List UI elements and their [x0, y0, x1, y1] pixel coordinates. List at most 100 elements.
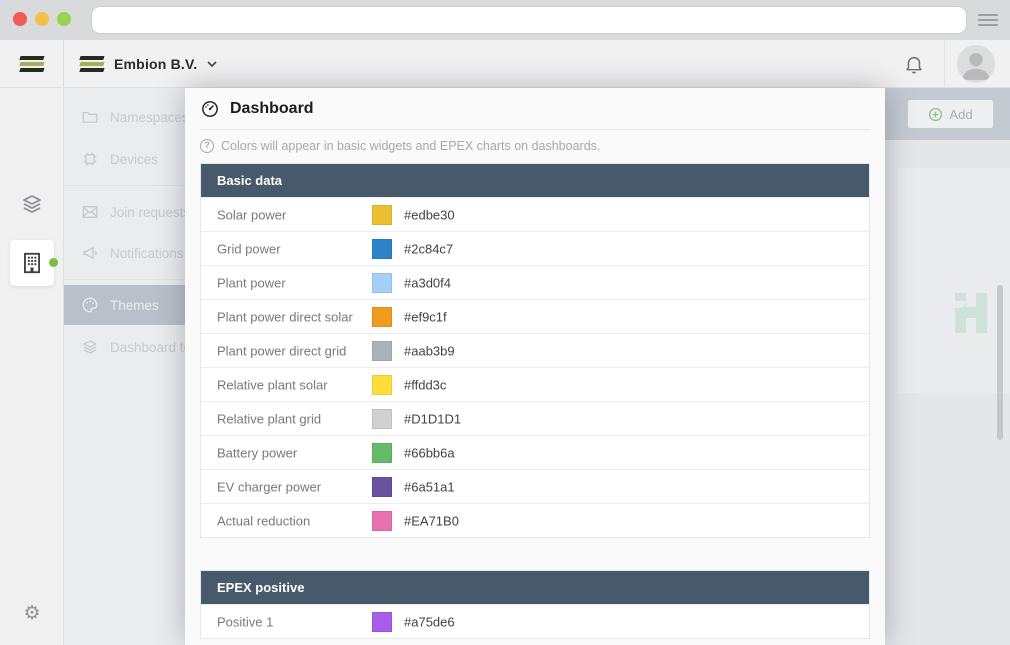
row-hex: #66bb6a: [404, 445, 455, 460]
embion-logo-icon: [20, 55, 44, 72]
sidebar: Namespaces Devices Join requests Notific…: [64, 88, 185, 645]
window-zoom-button[interactable]: [57, 12, 71, 26]
icon-rail: ⚙: [0, 88, 64, 645]
row-hex: #6a51a1: [404, 479, 455, 494]
megaphone-icon: [81, 244, 99, 262]
namespaces-layers-icon[interactable]: [0, 192, 64, 221]
table-section-header: EPEX positive: [201, 571, 869, 604]
table-row[interactable]: Plant power direct grid #aab3b9: [201, 333, 869, 367]
table-row[interactable]: Grid power #2c84c7: [201, 231, 869, 265]
row-hex: #EA71B0: [404, 513, 459, 528]
sidebar-item-label: Dashboard te: [110, 340, 185, 355]
row-label: Positive 1: [217, 614, 273, 629]
table-row[interactable]: Relative plant solar #ffdd3c: [201, 367, 869, 401]
row-hex: #a75de6: [404, 614, 455, 629]
color-swatch[interactable]: [372, 341, 392, 361]
color-swatch[interactable]: [372, 612, 392, 632]
background-card: [897, 168, 1010, 393]
folder-icon: [81, 108, 99, 126]
row-hex: #aab3b9: [404, 343, 455, 358]
table-row[interactable]: Positive 1 #a75de6: [201, 604, 869, 638]
add-button[interactable]: Add: [908, 100, 993, 128]
dialog-subtitle-row: ? Colors will appear in basic widgets an…: [200, 137, 600, 155]
row-hex: #ef9c1f: [404, 309, 447, 324]
add-button-label: Add: [949, 107, 972, 122]
h-logo: [955, 293, 987, 333]
chip-icon: [81, 150, 99, 168]
org-name: Embion B.V.: [114, 56, 197, 72]
browser-chrome: [0, 0, 1010, 40]
table-row[interactable]: Battery power #66bb6a: [201, 435, 869, 469]
row-label: Relative plant grid: [217, 411, 321, 426]
sidebar-item-label: Themes: [110, 298, 159, 313]
layers-icon: [81, 338, 99, 356]
color-swatch[interactable]: [372, 477, 392, 497]
sidebar-item-label: Notifications: [110, 246, 184, 261]
color-swatch[interactable]: [372, 375, 392, 395]
row-hex: #D1D1D1: [404, 411, 461, 426]
sidebar-item-themes[interactable]: Themes: [64, 285, 185, 325]
scrollbar-thumb[interactable]: [997, 285, 1003, 440]
table-row[interactable]: EV charger power #6a51a1: [201, 469, 869, 503]
organization-building-icon[interactable]: [10, 240, 54, 286]
dialog-title: Dashboard: [230, 100, 314, 118]
sidebar-item-label: Namespaces: [110, 110, 185, 125]
theme-dialog: Dashboard ? Colors will appear in basic …: [185, 88, 885, 645]
row-label: Actual reduction: [217, 513, 310, 528]
app-topbar: Embion B.V.: [0, 40, 1010, 88]
row-hex: #2c84c7: [404, 241, 453, 256]
notifications-bell-icon[interactable]: [903, 53, 925, 75]
browser-menu-icon[interactable]: [978, 14, 998, 26]
epex-positive-table: EPEX positive Positive 1 #a75de6: [200, 570, 870, 639]
user-avatar[interactable]: [957, 45, 995, 83]
table-row[interactable]: Solar power #edbe30: [201, 197, 869, 231]
color-swatch[interactable]: [372, 511, 392, 531]
color-swatch[interactable]: [372, 409, 392, 429]
sidebar-item-dashboard-templates[interactable]: Dashboard te: [64, 327, 185, 367]
sidebar-item-label: Join requests: [110, 205, 185, 220]
table-section-header: Basic data: [201, 164, 869, 197]
basic-data-table: Basic data Solar power #edbe30 Grid powe…: [200, 163, 870, 538]
table-row[interactable]: Plant power direct solar #ef9c1f: [201, 299, 869, 333]
row-hex: #a3d0f4: [404, 275, 451, 290]
row-label: EV charger power: [217, 479, 321, 494]
background-page: Add: [885, 88, 1010, 645]
color-swatch[interactable]: [372, 239, 392, 259]
row-hex: #edbe30: [404, 207, 455, 222]
row-label: Solar power: [217, 207, 286, 222]
dashboard-gauge-icon: [200, 99, 220, 119]
embion-logo-icon: [80, 55, 104, 72]
plus-circle-icon: [928, 107, 943, 122]
row-label: Battery power: [217, 445, 297, 460]
rail-logo-cell: [0, 40, 64, 87]
color-swatch[interactable]: [372, 443, 392, 463]
sidebar-item-label: Devices: [110, 152, 158, 167]
envelope-icon: [81, 203, 99, 221]
table-row[interactable]: Relative plant grid #D1D1D1: [201, 401, 869, 435]
palette-icon: [81, 296, 99, 314]
sidebar-item-notifications[interactable]: Notifications: [64, 233, 185, 273]
row-label: Plant power direct grid: [217, 343, 346, 358]
dialog-subtitle: Colors will appear in basic widgets and …: [221, 139, 600, 153]
sidebar-divider: [64, 279, 185, 280]
dialog-header: Dashboard: [200, 88, 870, 130]
settings-gear-icon[interactable]: ⚙: [0, 604, 64, 623]
chevron-down-icon: [207, 61, 217, 67]
sidebar-item-devices[interactable]: Devices: [64, 139, 185, 179]
sidebar-item-join-requests[interactable]: Join requests: [64, 192, 185, 232]
color-swatch[interactable]: [372, 205, 392, 225]
window-minimize-button[interactable]: [35, 12, 49, 26]
online-status-dot: [49, 258, 58, 267]
url-bar[interactable]: [92, 7, 966, 33]
app-window: Embion B.V.: [0, 0, 1010, 645]
help-icon: ?: [200, 139, 214, 153]
org-selector[interactable]: Embion B.V.: [80, 40, 217, 87]
background-toolbar: Add: [885, 88, 1010, 140]
table-row[interactable]: Plant power #a3d0f4: [201, 265, 869, 299]
table-row[interactable]: Actual reduction #EA71B0: [201, 503, 869, 537]
sidebar-item-namespaces[interactable]: Namespaces: [64, 97, 185, 137]
color-swatch[interactable]: [372, 273, 392, 293]
window-close-button[interactable]: [13, 12, 27, 26]
color-swatch[interactable]: [372, 307, 392, 327]
row-label: Grid power: [217, 241, 281, 256]
